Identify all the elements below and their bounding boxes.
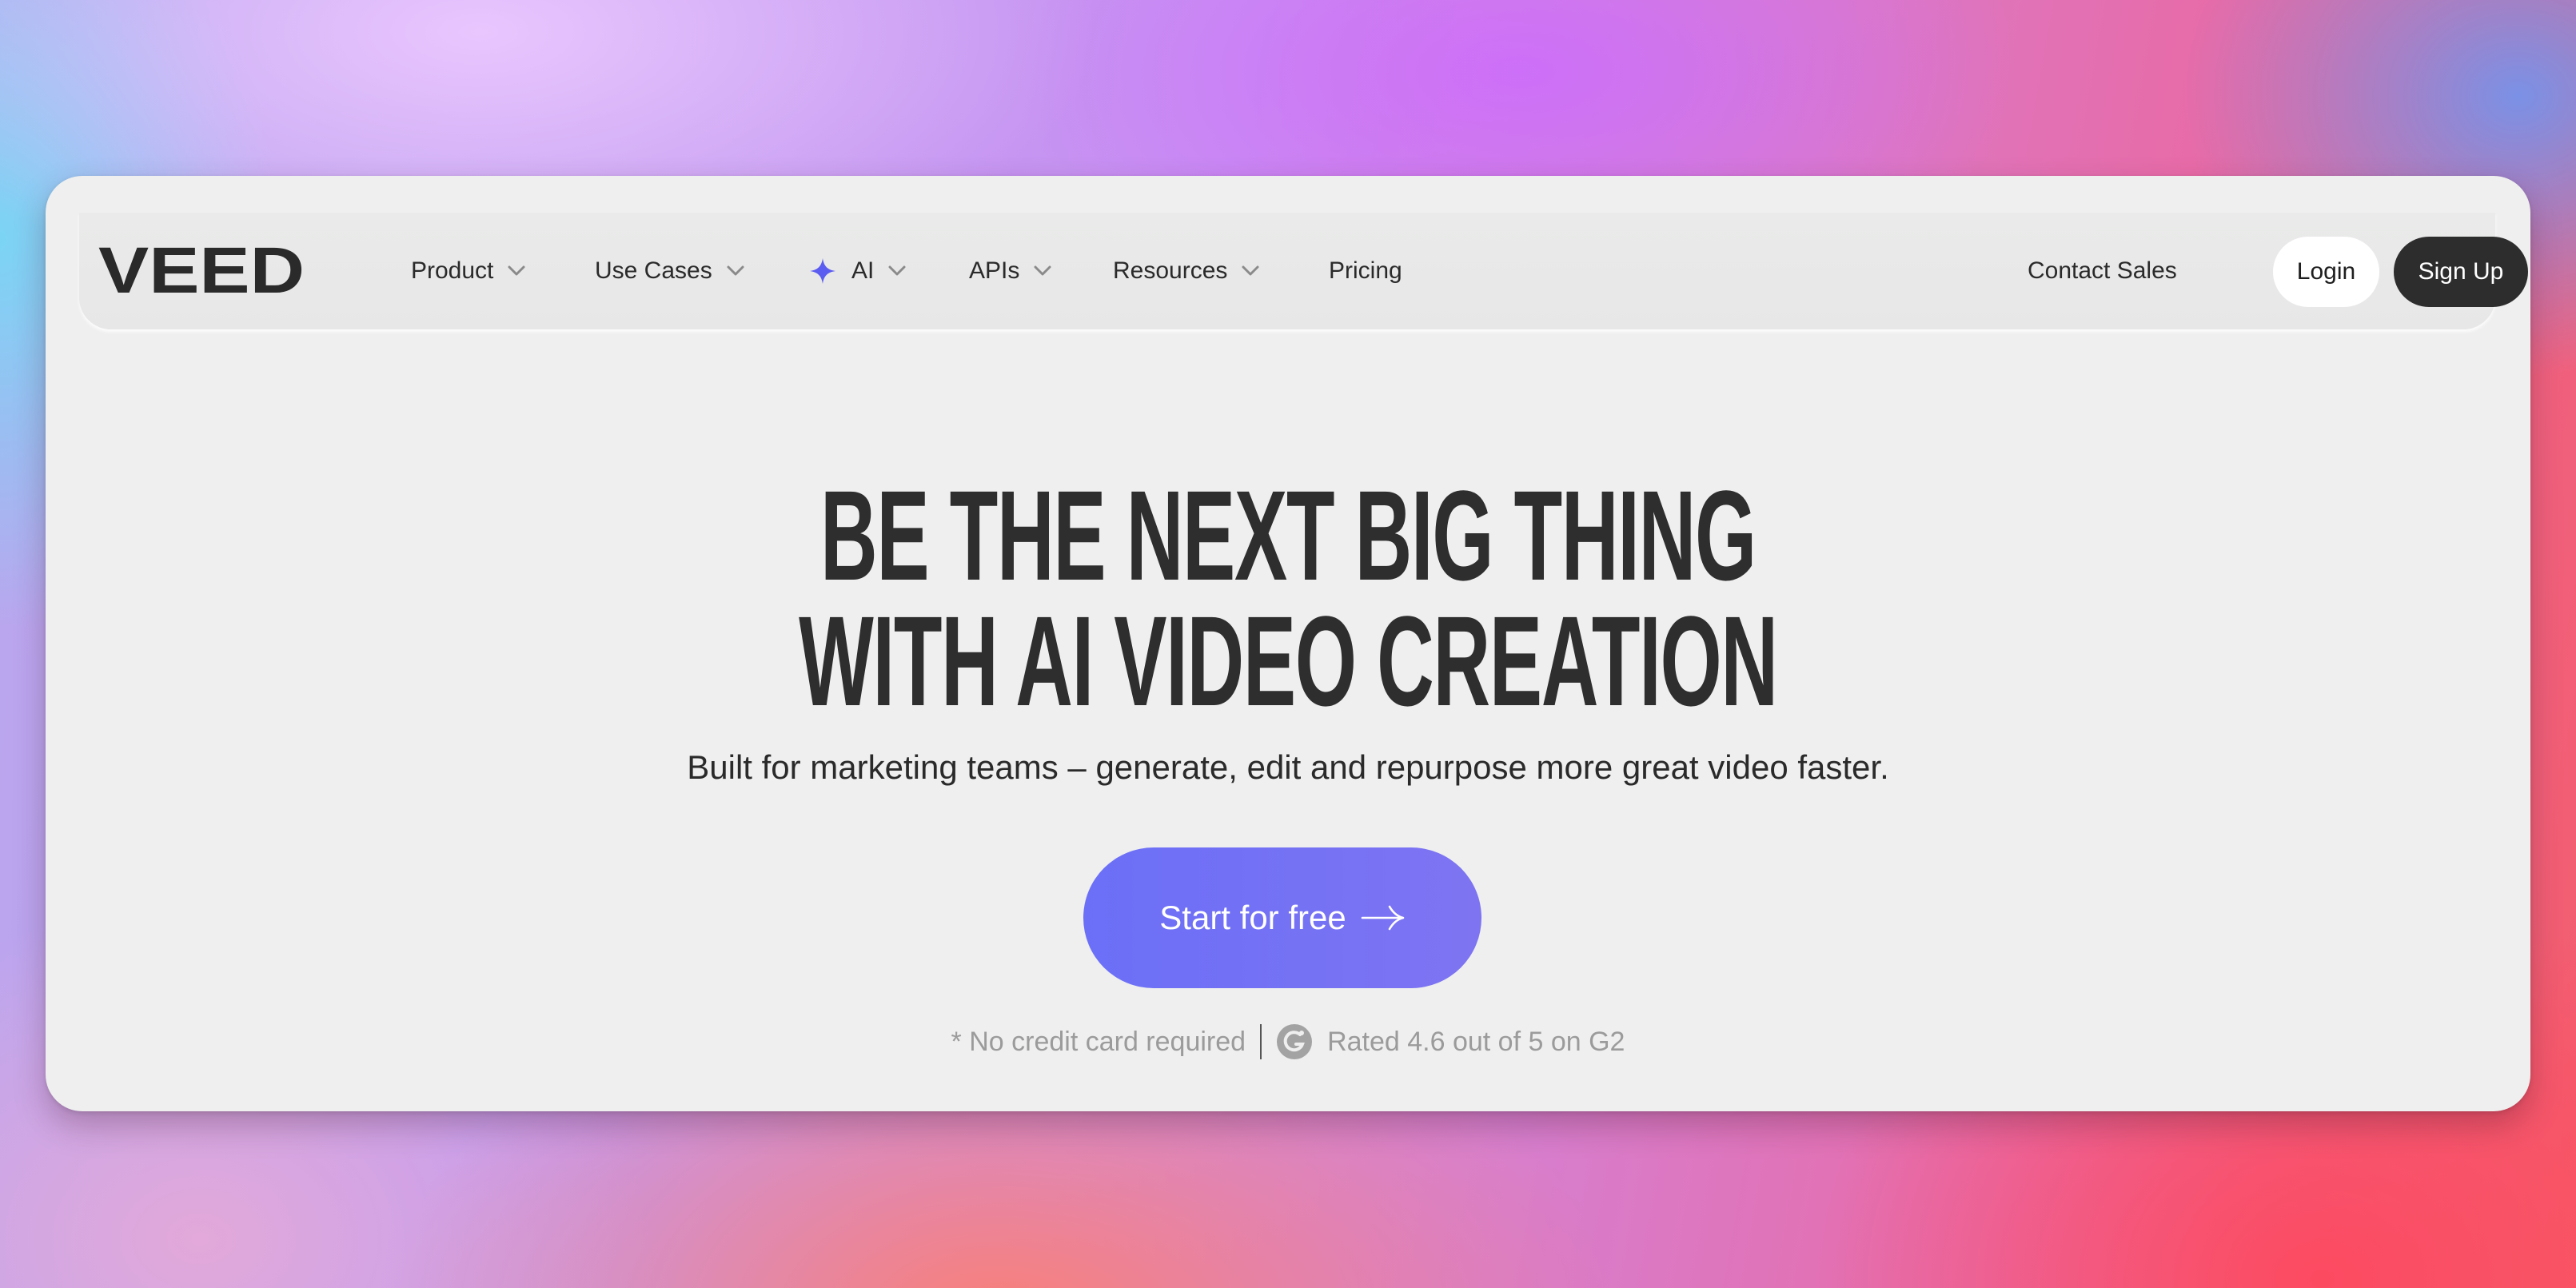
cta-label: Start for free: [1159, 899, 1346, 936]
divider: [1260, 1024, 1262, 1059]
main-card: VEED Product Use Cases AI APIs Resources…: [46, 176, 2530, 1111]
nav-item-apis[interactable]: APIs: [969, 243, 1051, 299]
nav-item-label: Resources: [1113, 257, 1228, 284]
contact-sales-link[interactable]: Contact Sales: [2028, 243, 2177, 299]
nav-item-label: Use Cases: [595, 257, 712, 284]
navbar: VEED Product Use Cases AI APIs Resources…: [79, 213, 2528, 329]
nav-item-label: AI: [851, 257, 875, 284]
nav-item-resources[interactable]: Resources: [1113, 243, 1259, 299]
login-label: Login: [2296, 258, 2356, 285]
g2-logo-icon: [1277, 1024, 1313, 1059]
nav-item-use-cases[interactable]: Use Cases: [595, 243, 744, 299]
sign-up-button[interactable]: Sign Up: [2394, 237, 2528, 307]
chevron-down-icon: [727, 265, 744, 276]
nav-item-pricing[interactable]: Pricing: [1329, 243, 1402, 299]
sign-up-label: Sign Up: [2418, 258, 2504, 285]
chevron-down-icon: [888, 265, 906, 276]
no-credit-card-note: * No credit card required: [951, 1026, 1246, 1057]
contact-sales-label: Contact Sales: [2028, 257, 2177, 284]
nav-item-label: Pricing: [1329, 257, 1402, 284]
veed-logo[interactable]: VEED: [98, 235, 305, 307]
hero-headline-line-2: WITH AI VIDEO CREATION: [799, 589, 1778, 732]
nav-item-product[interactable]: Product: [411, 243, 525, 299]
hero-subtitle: Built for marketing teams – generate, ed…: [687, 748, 1889, 786]
nav-item-label: Product: [411, 257, 494, 284]
sparkle-icon: [810, 258, 835, 284]
chevron-down-icon: [1034, 265, 1051, 276]
arrow-right-icon: [1361, 905, 1405, 931]
chevron-down-icon: [508, 265, 525, 276]
nav-item-label: APIs: [969, 257, 1020, 284]
hero-headline-line-1: BE THE NEXT BIG THING: [820, 464, 1757, 607]
g2-rating-note: Rated 4.6 out of 5 on G2: [1327, 1026, 1625, 1057]
start-for-free-button[interactable]: Start for free: [1083, 847, 1481, 988]
nav-item-ai[interactable]: AI: [808, 243, 906, 299]
login-button[interactable]: Login: [2273, 237, 2379, 307]
chevron-down-icon: [1242, 265, 1259, 276]
hero-footnote: * No credit card required Rated 4.6 out …: [46, 1022, 2530, 1062]
svg-text:VEED: VEED: [98, 235, 305, 307]
